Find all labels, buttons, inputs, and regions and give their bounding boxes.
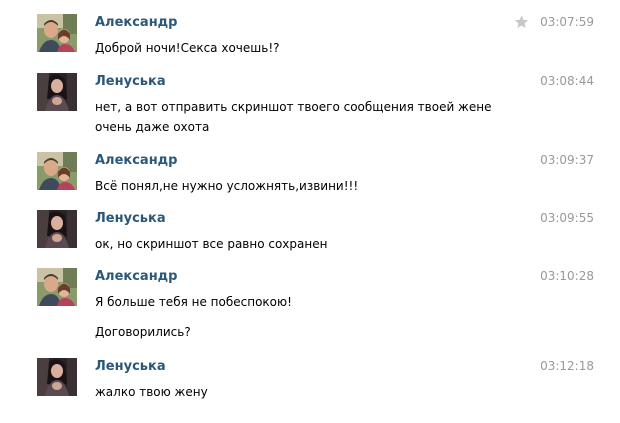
message-author[interactable]: Ленуська <box>95 211 166 226</box>
message-timestamp: 03:12:18 <box>540 359 594 373</box>
message-item: Ленуська 03:08:44 нет, а вот отправить с… <box>0 73 620 143</box>
message-text-extra: Договорились? <box>95 322 515 342</box>
avatar-lenuska[interactable] <box>37 73 77 111</box>
message-item: Александр 03:09:37 Всё понял,не нужно ус… <box>0 152 620 202</box>
message-text: Доброй ночи!Секса хочешь!? <box>95 38 515 58</box>
message-line: нет, а вот отправить скриншот твоего соо… <box>95 100 492 114</box>
message-history: Александр 03:07:59 Доброй ночи!Секса хоч… <box>0 0 620 423</box>
avatar-alexander[interactable] <box>37 152 77 190</box>
message-line: Всё понял,не нужно усложнять,извини!!! <box>95 179 359 193</box>
message-item: Александр 03:07:59 Доброй ночи!Секса хоч… <box>0 14 620 64</box>
message-author[interactable]: Александр <box>95 153 178 168</box>
avatar-alexander[interactable] <box>37 268 77 306</box>
message-timestamp: 03:09:37 <box>540 153 594 167</box>
avatar-lenuska[interactable] <box>37 358 77 396</box>
message-timestamp: 03:10:28 <box>540 269 594 283</box>
message-text: жалко твою жену <box>95 382 515 402</box>
message-text: Всё понял,не нужно усложнять,извини!!! <box>95 176 515 196</box>
message-text: Я больше тебя не побеспокою! <box>95 292 515 312</box>
message-item: Ленуська 03:09:55 ок, но скриншот все ра… <box>0 210 620 260</box>
avatar-lenuska[interactable] <box>37 210 77 248</box>
message-line: Договорились? <box>95 325 191 339</box>
message-line: жалко твою жену <box>95 385 208 399</box>
message-timestamp: 03:09:55 <box>540 211 594 225</box>
avatar-alexander[interactable] <box>37 14 77 52</box>
message-author[interactable]: Александр <box>95 15 178 30</box>
message-text: нет, а вот отправить скриншот твоего соо… <box>95 97 515 137</box>
message-line: Я больше тебя не побеспокою! <box>95 295 292 309</box>
message-timestamp: 03:07:59 <box>540 15 594 29</box>
message-timestamp: 03:08:44 <box>540 74 594 88</box>
message-author[interactable]: Ленуська <box>95 74 166 89</box>
message-author[interactable]: Александр <box>95 269 178 284</box>
message-item: Ленуська 03:12:18 жалко твою жену <box>0 358 620 408</box>
message-item: Александр 03:10:28 Я больше тебя не побе… <box>0 268 620 348</box>
message-text: ок, но скриншот все равно сохранен <box>95 234 515 254</box>
message-line: очень даже охота <box>95 120 210 134</box>
message-author[interactable]: Ленуська <box>95 359 166 374</box>
star-icon[interactable] <box>513 14 530 30</box>
message-line: Доброй ночи!Секса хочешь!? <box>95 41 280 55</box>
message-line: ок, но скриншот все равно сохранен <box>95 237 328 251</box>
